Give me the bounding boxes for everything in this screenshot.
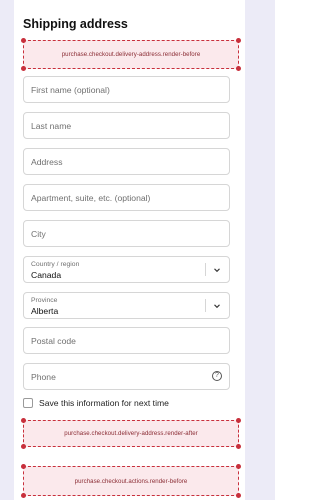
extension-target-label: purchase.checkout.actions.render-before — [74, 477, 188, 485]
phone-field[interactable]: Phone ? — [23, 363, 230, 390]
apartment-field[interactable]: Apartment, suite, etc. (optional) — [23, 184, 230, 211]
first-name-placeholder: First name (optional) — [31, 84, 110, 95]
apartment-placeholder: Apartment, suite, etc. (optional) — [31, 192, 151, 203]
extension-target-actions-before: purchase.checkout.actions.render-before — [21, 464, 241, 498]
corner-marker — [21, 66, 26, 71]
corner-marker — [21, 418, 26, 423]
section-title: Shipping address — [23, 17, 128, 31]
city-placeholder: City — [31, 228, 46, 239]
province-value: Alberta — [31, 306, 59, 316]
phone-placeholder: Phone — [31, 371, 56, 382]
postal-code-field[interactable]: Postal code — [23, 327, 230, 354]
corner-marker — [236, 66, 241, 71]
extension-target-label: purchase.checkout.delivery-address.rende… — [64, 430, 198, 437]
last-name-placeholder: Last name — [31, 120, 72, 131]
corner-marker — [21, 493, 26, 498]
extension-target-delivery-before: purchase.checkout.delivery-address.rende… — [21, 38, 241, 71]
corner-marker — [21, 464, 26, 469]
province-select[interactable]: Province Alberta — [23, 292, 230, 319]
corner-marker — [236, 418, 241, 423]
extension-target-label: purchase.checkout.delivery-address.rende… — [61, 51, 201, 58]
save-info-label: Save this information for next time — [39, 398, 169, 408]
first-name-field[interactable]: First name (optional) — [23, 76, 230, 103]
country-value: Canada — [31, 270, 62, 280]
country-label: Country / region — [31, 261, 80, 268]
corner-marker — [236, 493, 241, 498]
corner-marker — [21, 38, 26, 43]
save-info-checkbox[interactable] — [23, 398, 33, 408]
select-divider — [205, 263, 206, 276]
corner-marker — [236, 38, 241, 43]
country-select[interactable]: Country / region Canada — [23, 256, 230, 283]
chevron-down-icon — [214, 304, 220, 309]
save-info-row[interactable]: Save this information for next time — [23, 398, 169, 408]
chevron-down-icon — [214, 268, 220, 273]
last-name-field[interactable]: Last name — [23, 112, 230, 139]
corner-marker — [236, 464, 241, 469]
page-background-right — [245, 0, 275, 500]
extension-target-delivery-after: purchase.checkout.delivery-address.rende… — [21, 418, 241, 449]
select-divider — [205, 299, 206, 312]
address-placeholder: Address — [31, 156, 63, 167]
postal-code-placeholder: Postal code — [31, 335, 76, 346]
page-background-left — [0, 0, 14, 500]
city-field[interactable]: City — [23, 220, 230, 247]
address-field[interactable]: Address — [23, 148, 230, 175]
checkout-form: Shipping address purchase.checkout.deliv… — [14, 0, 245, 500]
corner-marker — [21, 444, 26, 449]
corner-marker — [236, 444, 241, 449]
question-circle-icon[interactable]: ? — [212, 371, 222, 381]
province-label: Province — [31, 297, 58, 304]
